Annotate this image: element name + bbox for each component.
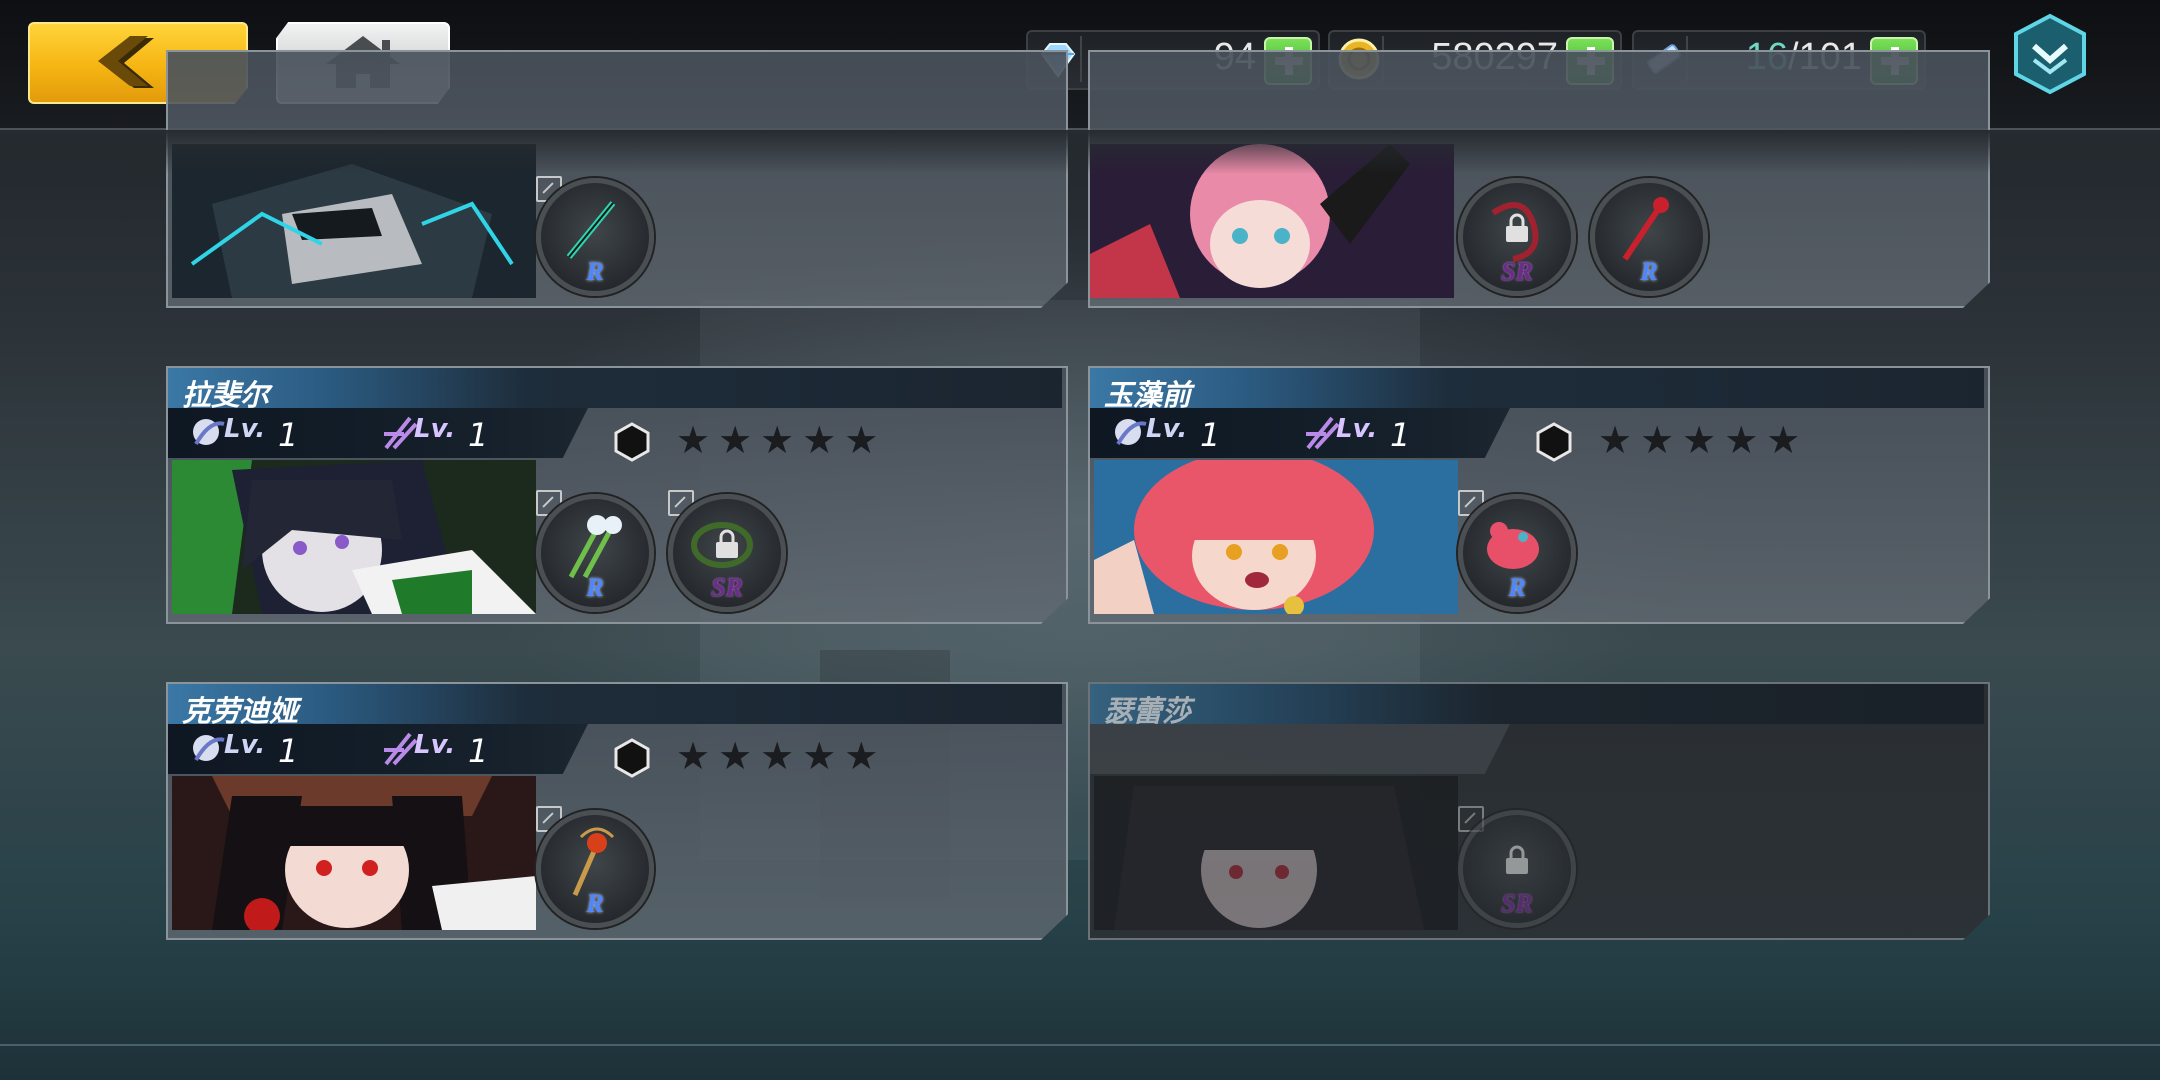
skill-level-value: 1 — [278, 416, 299, 454]
rarity-label: SR — [1501, 257, 1533, 286]
chevron-down-icon — [2014, 13, 2086, 95]
weapon-slot[interactable]: R — [1458, 494, 1576, 612]
character-portrait — [1094, 776, 1458, 930]
weapon-slot[interactable]: R — [536, 494, 654, 612]
character-card[interactable]: SR R — [1088, 50, 1990, 308]
star-rating: ★★★★★ — [676, 734, 887, 778]
card-name-bar: 玉藻前 — [1090, 368, 1984, 412]
rarity-label: SR — [711, 573, 743, 602]
weapon-slot[interactable]: R — [1590, 178, 1708, 296]
locked-equipment-slot[interactable]: SR — [1458, 178, 1576, 296]
character-card[interactable]: 拉斐尔 Lv. 1 Lv. 1 ★★★★★ R SR — [166, 366, 1068, 624]
level-row: Lv. 1 Lv. 1 ★★★★★ — [1090, 408, 1984, 462]
locked-equipment-slot[interactable]: SR — [668, 494, 786, 612]
character-card[interactable]: 玉藻前 Lv. 1 Lv. 1 ★★★★★ R — [1088, 366, 1990, 624]
bottom-divider — [0, 1044, 2160, 1046]
collapse-menu-button[interactable] — [2010, 12, 2090, 96]
rarity-label: R — [1640, 257, 1658, 286]
weapon-level-value: 1 — [1390, 416, 1411, 454]
rarity-label: R — [586, 257, 604, 286]
weapon-level-value: 1 — [468, 416, 489, 454]
character-name: 瑟蕾莎 — [1104, 694, 1192, 728]
rarity-label: R — [1508, 573, 1526, 602]
scroll-mask — [0, 130, 2160, 174]
locked-equipment-slot[interactable]: SR — [1458, 810, 1576, 928]
weapon-level-value: 1 — [468, 732, 489, 770]
rarity-label: R — [586, 889, 604, 918]
rank-hexagon-icon — [614, 422, 650, 462]
character-card[interactable]: R — [166, 50, 1068, 308]
character-portrait — [172, 776, 536, 930]
rarity-label: R — [586, 573, 604, 602]
rank-hexagon-icon — [614, 738, 650, 778]
level-row: Lv. 1 Lv. 1 ★★★★★ — [168, 724, 1062, 778]
rarity-label: SR — [1501, 889, 1533, 918]
character-portrait — [1094, 460, 1458, 614]
level-prefix: Lv. — [224, 414, 266, 444]
card-name-bar: 克劳迪娅 — [168, 684, 1062, 728]
locked-character-card[interactable]: 瑟蕾莎 SR — [1088, 682, 1990, 940]
lock-icon — [1506, 845, 1528, 874]
card-name-bar: 瑟蕾莎 — [1090, 684, 1984, 728]
level-prefix: Lv. — [224, 730, 266, 760]
lock-icon — [1506, 213, 1528, 242]
level-prefix: Lv. — [1336, 414, 1378, 444]
level-row: Lv. 1 Lv. 1 ★★★★★ — [168, 408, 1062, 462]
level-prefix: Lv. — [414, 414, 456, 444]
level-prefix: Lv. — [1146, 414, 1188, 444]
character-card[interactable]: 克劳迪娅 Lv. 1 Lv. 1 ★★★★★ R — [166, 682, 1068, 940]
skill-level-value: 1 — [1200, 416, 1221, 454]
level-row-empty — [1090, 724, 1510, 774]
star-rating: ★★★★★ — [676, 418, 887, 462]
card-name-bar: 拉斐尔 — [168, 368, 1062, 412]
skill-level-value: 1 — [278, 732, 299, 770]
rank-hexagon-icon — [1536, 422, 1572, 462]
level-prefix: Lv. — [414, 730, 456, 760]
lock-icon — [716, 529, 738, 558]
weapon-slot[interactable]: R — [536, 178, 654, 296]
weapon-slot[interactable]: R — [536, 810, 654, 928]
star-rating: ★★★★★ — [1598, 418, 1809, 462]
character-portrait — [172, 460, 536, 614]
